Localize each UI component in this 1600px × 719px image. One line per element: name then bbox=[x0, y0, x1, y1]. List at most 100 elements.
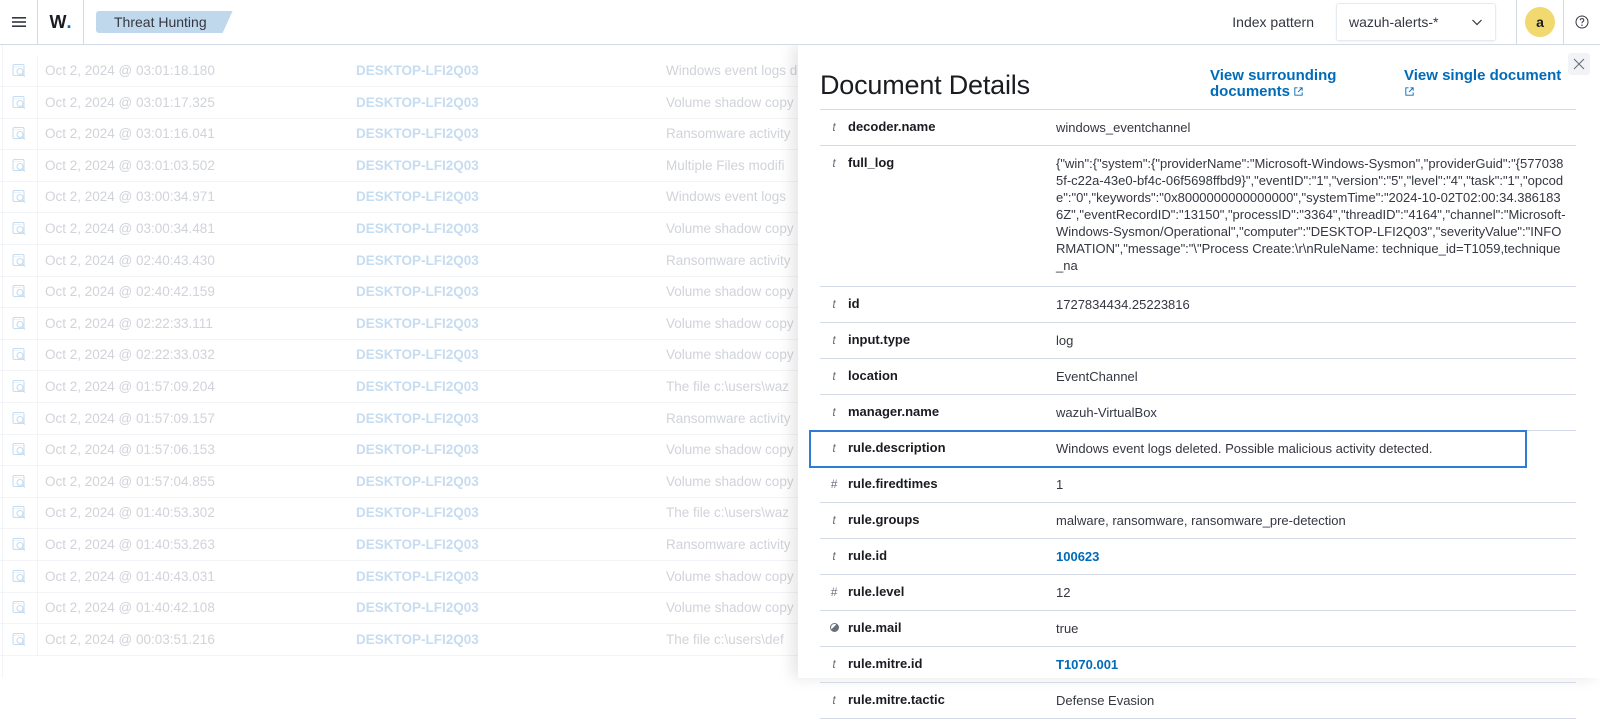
field-row-id[interactable]: t id 1727834434.25223816 bbox=[820, 287, 1576, 323]
inspect-document-icon[interactable] bbox=[0, 117, 38, 150]
row-agent-link[interactable]: DESKTOP-LFI2Q03 bbox=[356, 189, 479, 204]
field-row-location[interactable]: t location EventChannel bbox=[820, 359, 1576, 395]
row-agent-link[interactable]: DESKTOP-LFI2Q03 bbox=[356, 411, 479, 426]
string-type-icon: t bbox=[832, 369, 836, 383]
inspect-document-icon[interactable] bbox=[0, 212, 38, 245]
table-row[interactable]: Oct 2, 2024 @ 02:40:43.430 DESKTOP-LFI2Q0… bbox=[0, 244, 800, 277]
row-agent-link[interactable]: DESKTOP-LFI2Q03 bbox=[356, 316, 479, 331]
table-row[interactable]: Oct 2, 2024 @ 03:01:03.502 DESKTOP-LFI2Q0… bbox=[0, 149, 800, 182]
inspect-document-icon[interactable] bbox=[0, 496, 38, 529]
row-description: The file c:\users\waz bbox=[666, 505, 790, 521]
row-agent-link[interactable]: DESKTOP-LFI2Q03 bbox=[356, 537, 479, 552]
inspect-document-icon[interactable] bbox=[0, 149, 38, 182]
table-row[interactable]: Oct 2, 2024 @ 01:57:09.204 DESKTOP-LFI2Q0… bbox=[0, 370, 800, 403]
field-row-decoder-name[interactable]: t decoder.name windows_eventchannel bbox=[820, 110, 1576, 146]
row-description: Windows event logs deleted bbox=[666, 63, 800, 78]
row-agent-link[interactable]: DESKTOP-LFI2Q03 bbox=[356, 347, 479, 362]
breadcrumb-threat-hunting[interactable]: Threat Hunting bbox=[96, 11, 233, 33]
field-name: full_log bbox=[848, 155, 895, 170]
events-table: Oct 2, 2024 @ 03:01:18.180 DESKTOP-LFI2Q0… bbox=[0, 45, 800, 678]
row-agent-link[interactable]: DESKTOP-LFI2Q03 bbox=[356, 63, 479, 78]
row-agent-link[interactable]: DESKTOP-LFI2Q03 bbox=[356, 284, 479, 299]
table-row[interactable]: Oct 2, 2024 @ 01:40:53.302 DESKTOP-LFI2Q0… bbox=[0, 496, 800, 530]
field-value: EventChannel bbox=[1056, 369, 1138, 384]
inspect-document-icon[interactable] bbox=[0, 591, 38, 624]
inspect-document-icon[interactable] bbox=[0, 433, 38, 466]
inspect-document-icon[interactable] bbox=[0, 180, 38, 213]
row-timestamp: Oct 2, 2024 @ 02:40:42.159 bbox=[45, 284, 215, 300]
row-agent-link[interactable]: DESKTOP-LFI2Q03 bbox=[356, 379, 479, 394]
table-row[interactable]: Oct 2, 2024 @ 02:22:33.111 DESKTOP-LFI2Q0… bbox=[0, 307, 800, 340]
inspect-document-icon[interactable] bbox=[0, 275, 38, 308]
table-row[interactable]: Oct 2, 2024 @ 02:22:33.032 DESKTOP-LFI2Q0… bbox=[0, 338, 800, 372]
inspect-document-icon[interactable] bbox=[0, 307, 38, 340]
field-name: rule.firedtimes bbox=[848, 476, 938, 491]
menu-button[interactable] bbox=[0, 0, 38, 45]
inspect-document-icon[interactable] bbox=[0, 465, 38, 498]
string-type-icon: t bbox=[832, 549, 836, 563]
table-row[interactable]: Oct 2, 2024 @ 01:40:43.031 DESKTOP-LFI2Q0… bbox=[0, 560, 800, 593]
row-agent-link[interactable]: DESKTOP-LFI2Q03 bbox=[356, 158, 479, 173]
row-description: Ransomware activity bbox=[666, 126, 791, 142]
table-row[interactable]: Oct 2, 2024 @ 03:01:18.180 DESKTOP-LFI2Q0… bbox=[0, 54, 800, 87]
field-row-input-type[interactable]: t input.type log bbox=[820, 323, 1576, 359]
row-description: Volume shadow copy bbox=[666, 284, 794, 300]
row-agent-link[interactable]: DESKTOP-LFI2Q03 bbox=[356, 442, 479, 457]
inspect-document-icon[interactable] bbox=[0, 623, 38, 656]
field-row-full-log[interactable]: t full_log {"win":{"system":{"providerName… bbox=[820, 146, 1576, 287]
field-row-rule-mitre-tactic[interactable]: t rule.mitre.tactic Defense Evasion bbox=[820, 683, 1576, 719]
inspect-document-icon[interactable] bbox=[0, 370, 38, 403]
row-agent-link[interactable]: DESKTOP-LFI2Q03 bbox=[356, 632, 479, 647]
row-timestamp: Oct 2, 2024 @ 01:57:06.153 bbox=[45, 442, 215, 458]
field-row-rule-level[interactable]: # rule.level 12 bbox=[820, 575, 1576, 611]
logo-dot: . bbox=[66, 11, 72, 32]
index-pattern-select[interactable]: wazuh-alerts-* bbox=[1336, 3, 1496, 41]
row-agent-link[interactable]: DESKTOP-LFI2Q03 bbox=[356, 505, 479, 520]
inspect-document-icon[interactable] bbox=[0, 244, 38, 277]
flyout-title: Document Details bbox=[820, 70, 1030, 100]
wazuh-logo[interactable]: W. bbox=[38, 0, 84, 45]
field-row-rule-firedtimes[interactable]: # rule.firedtimes 1 bbox=[820, 467, 1576, 503]
inspect-document-icon[interactable] bbox=[0, 54, 38, 87]
field-row-manager-name[interactable]: t manager.name wazuh-VirtualBox bbox=[820, 395, 1576, 431]
row-agent-link[interactable]: DESKTOP-LFI2Q03 bbox=[356, 253, 479, 268]
user-avatar[interactable]: a bbox=[1525, 7, 1555, 37]
row-agent-link[interactable]: DESKTOP-LFI2Q03 bbox=[356, 95, 479, 110]
table-row[interactable]: Oct 2, 2024 @ 03:00:34.971 DESKTOP-LFI2Q0… bbox=[0, 180, 800, 214]
string-type-icon: t bbox=[832, 693, 836, 707]
field-row-rule-mail[interactable]: rule.mail true bbox=[820, 611, 1576, 647]
view-single-document-link[interactable]: View single document bbox=[1404, 68, 1574, 100]
row-agent-link[interactable]: DESKTOP-LFI2Q03 bbox=[356, 600, 479, 615]
table-row[interactable]: Oct 2, 2024 @ 01:40:53.263 DESKTOP-LFI2Q0… bbox=[0, 528, 800, 561]
chevron-down-icon bbox=[1472, 19, 1482, 26]
row-agent-link[interactable]: DESKTOP-LFI2Q03 bbox=[356, 569, 479, 584]
table-row[interactable]: Oct 2, 2024 @ 03:00:34.481 DESKTOP-LFI2Q0… bbox=[0, 212, 800, 245]
field-value[interactable]: T1070.001 bbox=[1056, 647, 1576, 682]
close-flyout-button[interactable] bbox=[1568, 53, 1590, 75]
inspect-document-icon[interactable] bbox=[0, 86, 38, 119]
table-row[interactable]: Oct 2, 2024 @ 01:57:06.153 DESKTOP-LFI2Q0… bbox=[0, 433, 800, 467]
table-row[interactable]: Oct 2, 2024 @ 03:01:16.041 DESKTOP-LFI2Q0… bbox=[0, 117, 800, 151]
field-row-rule-description[interactable]: t rule.description Windows event logs dele… bbox=[809, 430, 1527, 468]
inspect-document-icon[interactable] bbox=[0, 528, 38, 561]
field-name: manager.name bbox=[848, 404, 940, 419]
row-agent-link[interactable]: DESKTOP-LFI2Q03 bbox=[356, 474, 479, 489]
field-value: 1727834434.25223816 bbox=[1056, 297, 1190, 312]
inspect-document-icon[interactable] bbox=[0, 338, 38, 371]
field-row-rule-groups[interactable]: t rule.groups malware, ransomware, ransomw… bbox=[820, 503, 1576, 539]
inspect-document-icon[interactable] bbox=[0, 560, 38, 593]
inspect-document-icon[interactable] bbox=[0, 402, 38, 435]
table-row[interactable]: Oct 2, 2024 @ 01:40:42.108 DESKTOP-LFI2Q0… bbox=[0, 591, 800, 625]
field-row-rule-id[interactable]: t rule.id 100623 bbox=[820, 539, 1576, 575]
table-row[interactable]: Oct 2, 2024 @ 01:57:04.855 DESKTOP-LFI2Q0… bbox=[0, 465, 800, 498]
table-row[interactable]: Oct 2, 2024 @ 01:57:09.157 DESKTOP-LFI2Q0… bbox=[0, 402, 800, 435]
row-agent-link[interactable]: DESKTOP-LFI2Q03 bbox=[356, 221, 479, 236]
row-description: Volume shadow copy bbox=[666, 442, 794, 458]
field-value[interactable]: 100623 bbox=[1056, 539, 1576, 574]
view-surrounding-documents-link[interactable]: View surrounding documents bbox=[1210, 68, 1360, 100]
table-row[interactable]: Oct 2, 2024 @ 02:40:42.159 DESKTOP-LFI2Q0… bbox=[0, 275, 800, 309]
table-row[interactable]: Oct 2, 2024 @ 00:03:51.216 DESKTOP-LFI2Q0… bbox=[0, 623, 800, 656]
table-row[interactable]: Oct 2, 2024 @ 03:01:17.325 DESKTOP-LFI2Q0… bbox=[0, 86, 800, 119]
help-button[interactable] bbox=[1564, 15, 1600, 29]
row-agent-link[interactable]: DESKTOP-LFI2Q03 bbox=[356, 126, 479, 141]
